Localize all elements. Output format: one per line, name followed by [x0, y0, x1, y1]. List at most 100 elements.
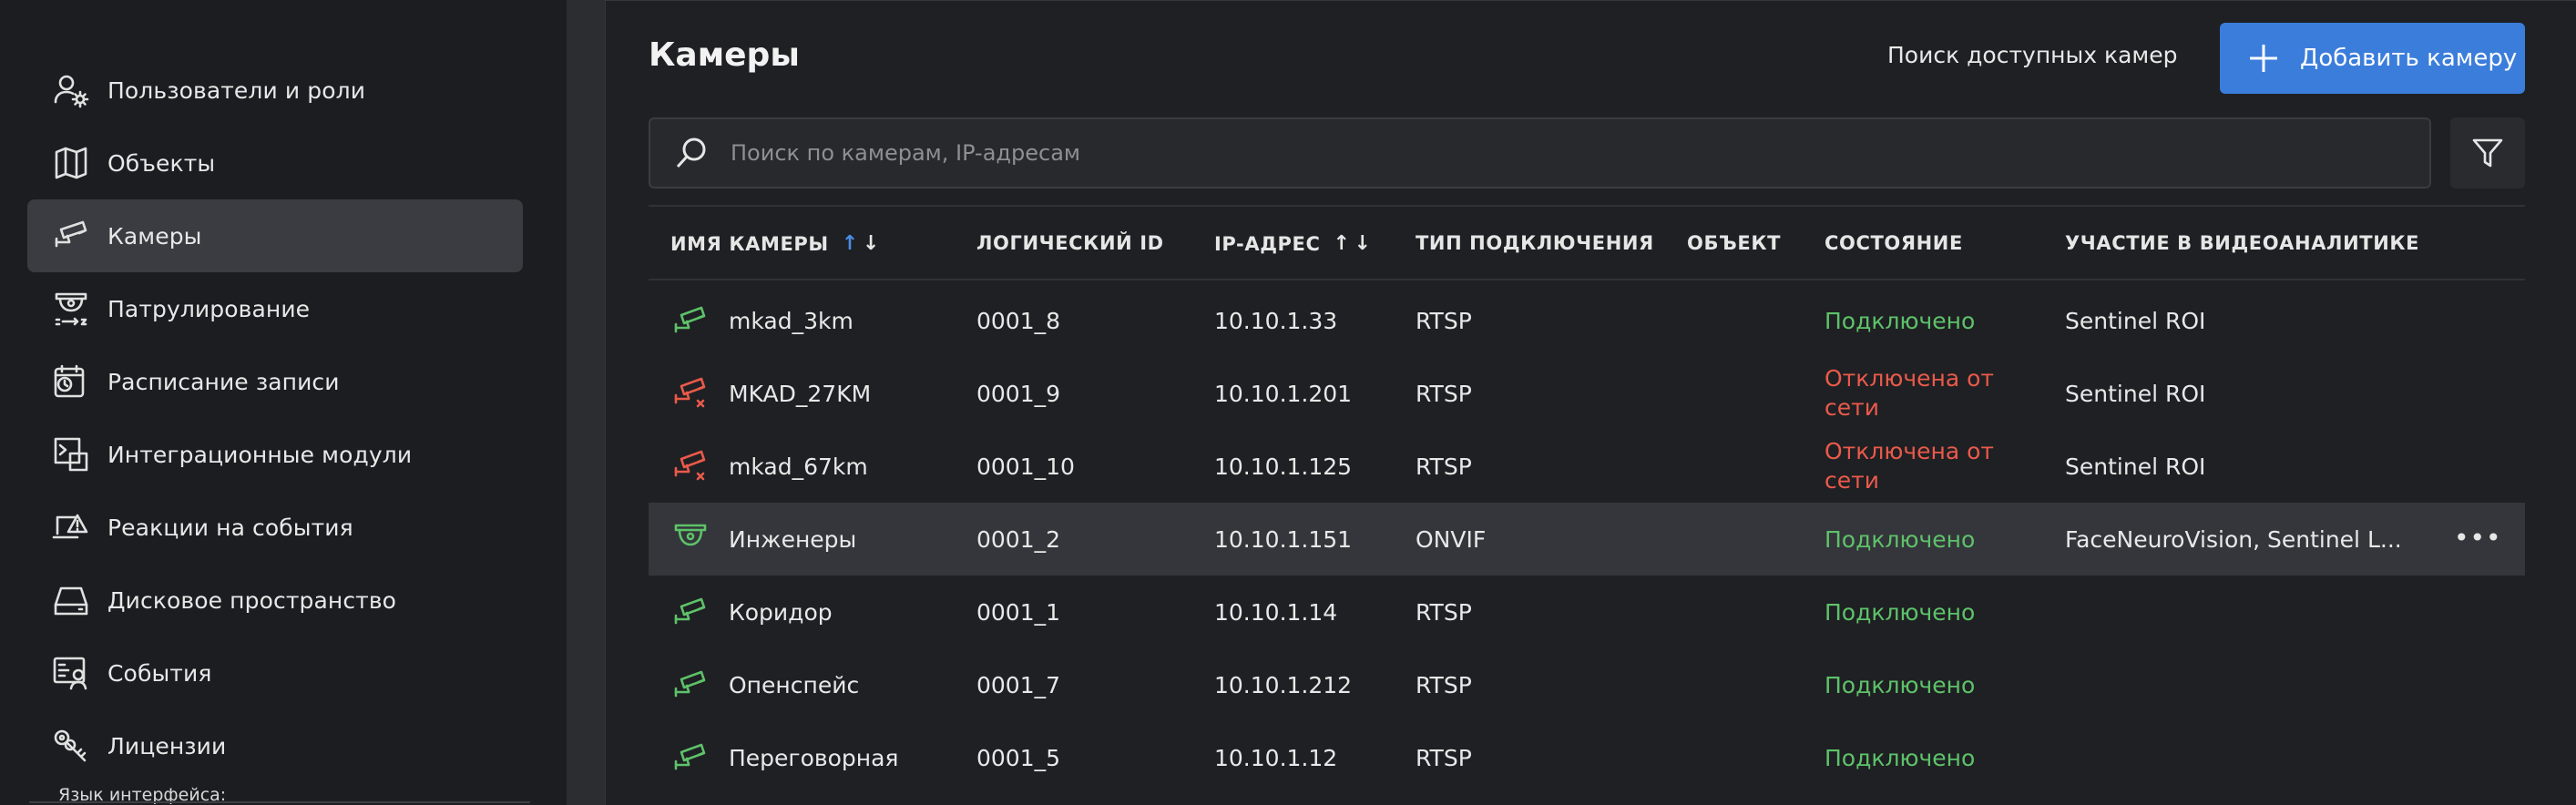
sidebar-item-schedule[interactable]: Расписание записи — [27, 345, 523, 418]
column-header-camera-name[interactable]: ИМЯ КАМЕРЫ ↑ ↓ — [670, 232, 880, 255]
search-icon — [676, 138, 706, 168]
camera-search-input[interactable] — [731, 140, 2370, 166]
analytics-cell: Sentinel ROI — [2065, 307, 2206, 334]
license-key-icon — [51, 726, 91, 766]
camera-icon — [672, 302, 709, 339]
sidebar-item-events[interactable]: События — [27, 637, 523, 709]
events-icon — [51, 653, 91, 693]
sidebar-item-integration[interactable]: Интеграционные модули — [27, 418, 523, 491]
camera-name-cell: Инженеры — [729, 525, 857, 553]
add-camera-button[interactable]: Добавить камеру — [2220, 23, 2525, 94]
table-row[interactable]: Опенспейс 0001_7 10.10.1.212 RTSP Подключено — [649, 648, 2525, 721]
column-header-label: ТИП ПОДКЛЮЧЕНИЯ — [1416, 232, 1654, 254]
table-row[interactable]: mkad_67km 0001_10 10.10.1.125 RTSP Отключена… — [649, 430, 2525, 503]
analytics-cell: Sentinel ROI — [2065, 380, 2206, 407]
status-cell: Подключено — [1825, 744, 1976, 771]
sidebar-item-patrol[interactable]: Патрулирование — [27, 272, 523, 345]
camera-name-cell: mkad_3km — [729, 307, 854, 334]
sidebar-item-licenses[interactable]: Лицензии — [27, 709, 523, 782]
ip-address-cell: 10.10.1.14 — [1214, 598, 1338, 626]
status-cell: Отключена от сети — [1825, 438, 1994, 494]
ip-address-cell: 10.10.1.151 — [1214, 525, 1353, 553]
status-cell: Подключено — [1825, 671, 1976, 698]
column-header-label: ИМЯ КАМЕРЫ — [670, 232, 829, 255]
status-cell: Отключена от сети — [1825, 365, 1994, 421]
logical-id-cell: 0001_5 — [976, 744, 1061, 771]
column-header-label: СОСТОЯНИЕ — [1825, 232, 1963, 254]
sidebar-item-objects[interactable]: Объекты — [27, 127, 523, 199]
sidebar-item-label: Патрулирование — [107, 295, 311, 322]
logical-id-cell: 0001_2 — [976, 525, 1061, 553]
event-reaction-icon — [51, 507, 91, 547]
logical-id-cell: 0001_9 — [976, 380, 1061, 407]
sidebar-item-disk-space[interactable]: Дисковое пространство — [27, 564, 523, 637]
connection-type-cell: RTSP — [1416, 307, 1472, 334]
camera-icon — [672, 667, 709, 703]
objects-map-icon — [51, 143, 91, 183]
column-header-object[interactable]: ОБЪЕКТ — [1687, 232, 1781, 254]
column-header-logical-id[interactable]: ЛОГИЧЕСКИЙ ID — [976, 232, 1164, 254]
camera-name-cell: Опенспейс — [729, 671, 860, 698]
integration-icon — [51, 434, 91, 474]
table-row[interactable]: Переговорная 0001_5 10.10.1.12 RTSP Подключе… — [649, 721, 2525, 794]
row-more-menu-icon[interactable]: ••• — [2454, 523, 2502, 553]
users-roles-icon — [51, 70, 91, 110]
filter-button[interactable] — [2450, 117, 2525, 189]
add-camera-label: Добавить камеру — [2300, 45, 2518, 72]
sidebar-item-label: Реакции на события — [107, 514, 353, 541]
sidebar-item-label: Интеграционные модули — [107, 441, 413, 468]
camera-offline-icon — [672, 448, 709, 484]
language-select-border[interactable] — [29, 801, 530, 803]
page-title: Камеры — [649, 36, 800, 74]
sidebar-item-label: События — [107, 659, 212, 687]
camera-search-box[interactable] — [649, 117, 2431, 189]
divider — [649, 205, 2525, 207]
sort-asc-icon: ↑ — [841, 232, 859, 255]
table-row[interactable]: MKAD_27KM 0001_9 10.10.1.201 RTSP Отключена … — [649, 357, 2525, 430]
analytics-cell: Sentinel ROI — [2065, 453, 2206, 480]
search-available-cameras-button[interactable]: Поиск доступных камер — [1887, 42, 2178, 68]
camera-name-cell: Переговорная — [729, 744, 899, 771]
camera-offline-icon — [672, 375, 709, 412]
sidebar-item-label: Камеры — [107, 222, 202, 250]
ip-address-cell: 10.10.1.125 — [1214, 453, 1353, 480]
column-header-analytics[interactable]: УЧАСТИЕ В ВИДЕОАНАЛИТИКЕ — [2065, 232, 2419, 254]
sidebar-item-label: Расписание записи — [107, 368, 340, 395]
schedule-icon — [51, 362, 91, 402]
table-row[interactable]: Коридор 0001_1 10.10.1.14 RTSP Подключено — [649, 576, 2525, 648]
logical-id-cell: 0001_1 — [976, 598, 1061, 626]
sort-desc-icon: ↓ — [1354, 232, 1372, 255]
camera-name-cell: mkad_67km — [729, 453, 868, 480]
sort-toggle[interactable]: ↑ ↓ — [1333, 232, 1371, 255]
table-row[interactable]: mkad_3km 0001_8 10.10.1.33 RTSP Подключено Se… — [649, 284, 2525, 357]
ip-address-cell: 10.10.1.212 — [1214, 671, 1353, 698]
connection-type-cell: RTSP — [1416, 671, 1472, 698]
disk-icon — [51, 580, 91, 620]
sidebar-item-users-roles[interactable]: Пользователи и роли — [27, 54, 523, 127]
logical-id-cell: 0001_7 — [976, 671, 1061, 698]
connection-type-cell: RTSP — [1416, 453, 1472, 480]
column-header-connection-type[interactable]: ТИП ПОДКЛЮЧЕНИЯ — [1416, 232, 1654, 254]
logical-id-cell: 0001_10 — [976, 453, 1075, 480]
column-header-status[interactable]: СОСТОЯНИЕ — [1825, 232, 1963, 254]
sort-asc-icon: ↑ — [1333, 232, 1351, 255]
sidebar-item-event-reactions[interactable]: Реакции на события — [27, 491, 523, 564]
connection-type-cell: RTSP — [1416, 598, 1472, 626]
camera-icon — [51, 216, 91, 256]
column-header-label: ОБЪЕКТ — [1687, 232, 1782, 254]
column-header-label: IP-АДРЕС — [1214, 232, 1321, 255]
ip-address-cell: 10.10.1.33 — [1214, 307, 1338, 334]
sidebar-item-label: Лицензии — [107, 732, 227, 759]
dome-camera-icon — [672, 521, 709, 557]
sort-toggle[interactable]: ↑ ↓ — [842, 232, 880, 255]
ip-address-cell: 10.10.1.201 — [1214, 380, 1353, 407]
connection-type-cell: RTSP — [1416, 380, 1472, 407]
table-row[interactable]: Инженеры 0001_2 10.10.1.151 ONVIF Подключено… — [649, 503, 2525, 576]
column-header-ip-address[interactable]: IP-АДРЕС ↑ ↓ — [1214, 232, 1372, 255]
connection-type-cell: RTSP — [1416, 744, 1472, 771]
analytics-cell: FaceNeuroVision, Sentinel L... — [2065, 525, 2402, 553]
column-header-label: УЧАСТИЕ В ВИДЕОАНАЛИТИКЕ — [2065, 232, 2420, 254]
camera-name-cell: MKAD_27KM — [729, 380, 872, 407]
sidebar-item-cameras[interactable]: Камеры — [27, 199, 523, 272]
sidebar-item-label: Объекты — [107, 149, 216, 177]
